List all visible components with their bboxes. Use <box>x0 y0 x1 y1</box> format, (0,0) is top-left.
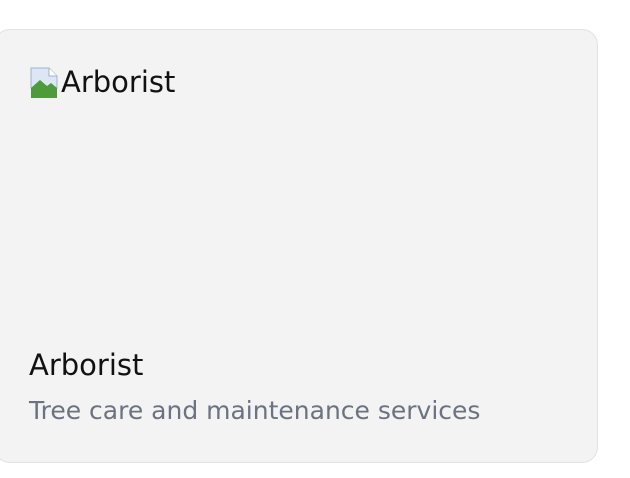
card-image: Arborist <box>28 64 175 100</box>
broken-image-icon <box>30 67 58 98</box>
card-description: Tree care and maintenance services <box>29 396 481 425</box>
card-title: Arborist <box>29 348 144 382</box>
image-alt-text: Arborist <box>61 64 176 99</box>
service-card[interactable]: Arborist Arborist Tree care and maintena… <box>0 29 598 463</box>
